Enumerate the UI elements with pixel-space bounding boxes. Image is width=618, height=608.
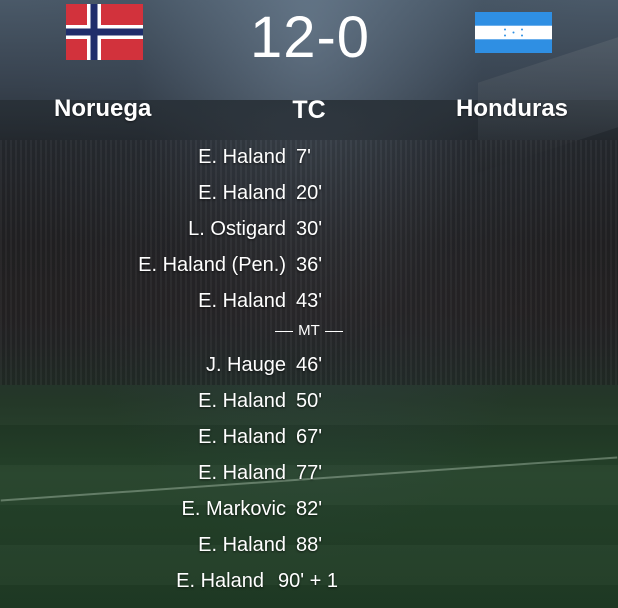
goal-row: J. Hauge 46'	[0, 354, 618, 384]
goal-scorer: E. Markovic	[181, 498, 286, 520]
goal-scorer: E. Haland	[198, 146, 286, 168]
goal-scorer: E. Haland	[198, 390, 286, 412]
away-team-name: Honduras	[456, 95, 569, 122]
goal-row: L. Ostigard 30'	[0, 218, 618, 248]
halftime-divider: MT	[0, 322, 618, 342]
goal-row: E. Haland 88'	[0, 534, 618, 564]
goal-minute: 43'	[296, 290, 323, 312]
goal-row: E. Haland 43'	[0, 290, 618, 320]
goal-minute: 46'	[296, 354, 323, 376]
goal-scorer: J. Hauge	[205, 354, 286, 376]
goal-scorer: E. Haland	[198, 462, 286, 484]
goal-row: E. Haland (Pen.) 36'	[0, 254, 618, 284]
honduras-flag-icon	[475, 12, 552, 53]
goal-minute: 7'	[296, 146, 311, 168]
goal-minute: 30'	[296, 218, 323, 240]
goal-scorer: E. Haland	[176, 570, 264, 592]
match-status: TC	[292, 96, 326, 124]
goal-row: E. Haland 20'	[0, 182, 618, 212]
divider-line	[324, 330, 343, 332]
halftime-label: MT	[298, 322, 320, 339]
goal-minute: 90' + 1	[278, 570, 338, 592]
home-team-name: Noruega	[54, 95, 152, 122]
goal-scorer: E. Haland	[198, 290, 286, 312]
goal-row: E. Haland 77'	[0, 462, 618, 492]
goal-minute: 20'	[296, 182, 323, 204]
goal-row: E. Haland 7'	[0, 146, 618, 176]
goal-row: E. Markovic 82'	[0, 498, 618, 528]
goal-minute: 50'	[296, 390, 323, 412]
norway-flag-icon	[66, 4, 143, 60]
goal-row: E. Haland 90' + 1	[0, 570, 618, 600]
goal-scorer: L. Ostigard	[188, 218, 286, 240]
goal-scorer: E. Haland (Pen.)	[138, 254, 286, 276]
match-score: 12-0	[249, 5, 371, 70]
goal-minute: 67'	[296, 426, 323, 448]
goal-scorer: E. Haland	[198, 534, 286, 556]
goal-minute: 36'	[296, 254, 323, 276]
goal-scorer: E. Haland	[198, 182, 286, 204]
divider-line	[275, 330, 294, 332]
goal-row: E. Haland 50'	[0, 390, 618, 420]
goal-scorer: E. Haland	[198, 426, 286, 448]
goal-minute: 77'	[296, 462, 323, 484]
goal-minute: 88'	[296, 534, 323, 556]
goal-row: E. Haland 67'	[0, 426, 618, 456]
goal-minute: 82'	[296, 498, 323, 520]
